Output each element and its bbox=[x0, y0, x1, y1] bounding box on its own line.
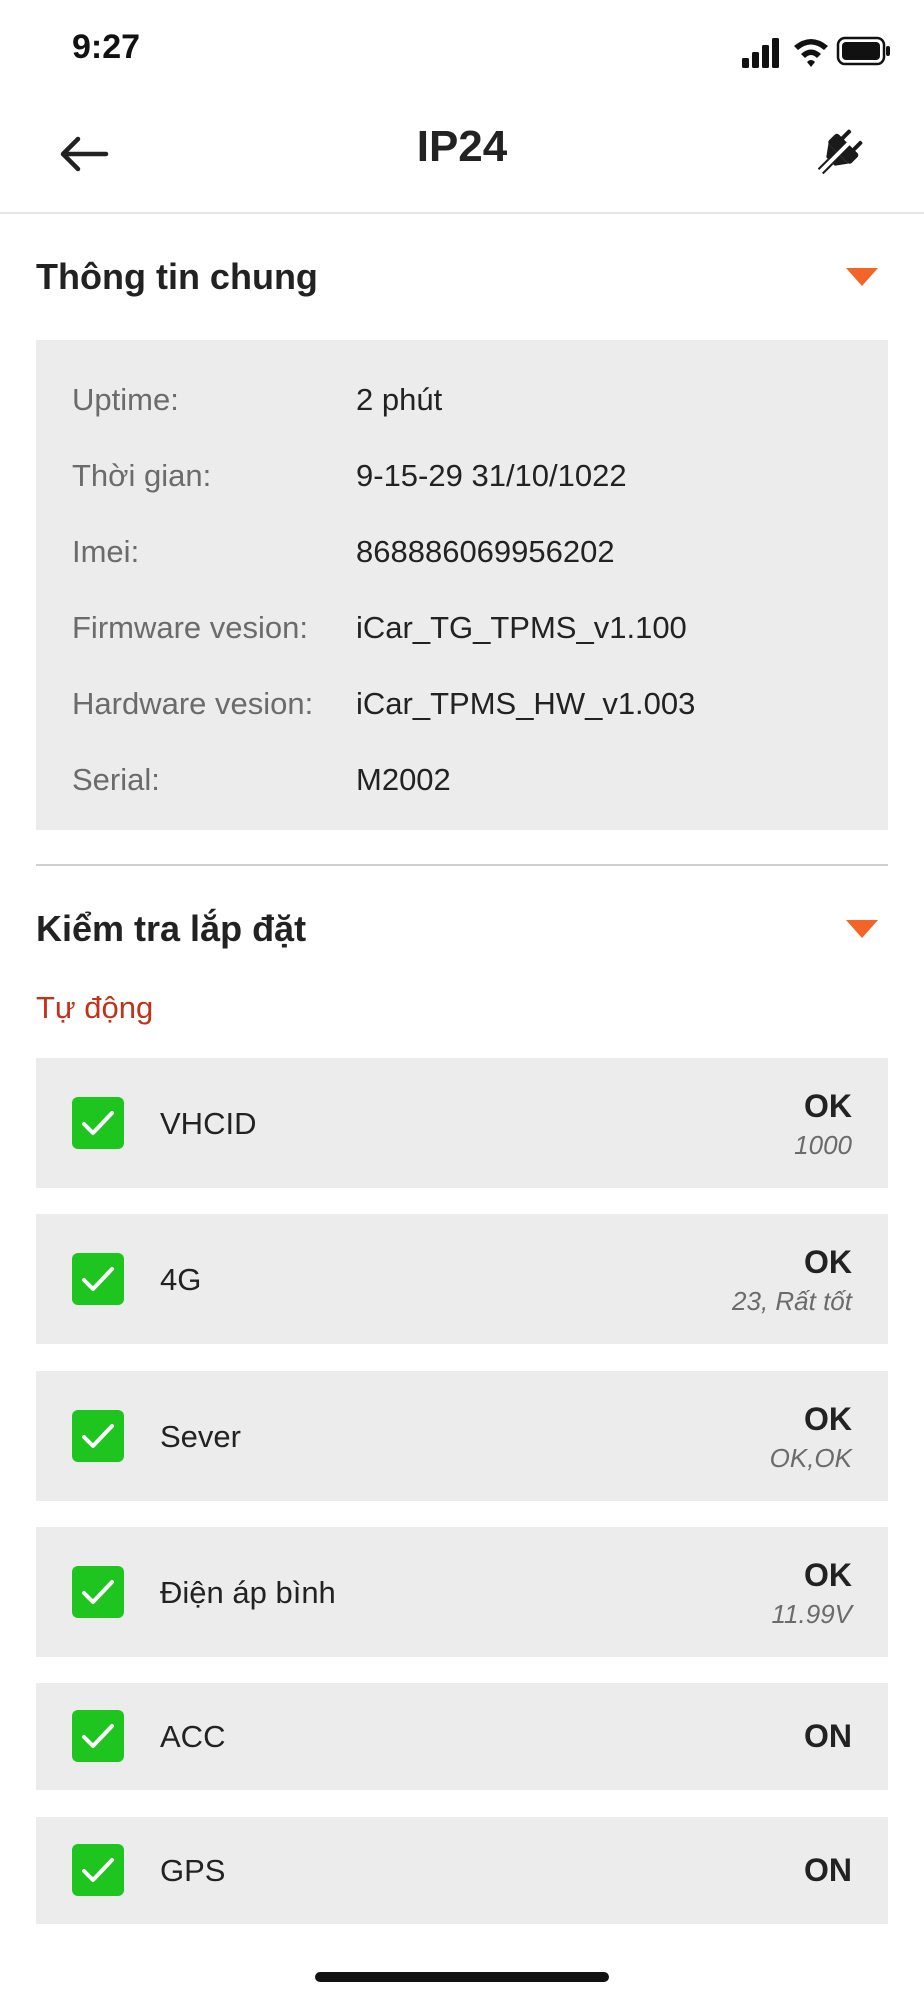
caret-down-icon[interactable] bbox=[846, 268, 878, 286]
checkmark-icon bbox=[82, 1580, 114, 1604]
check-detail: OK,OK bbox=[769, 1443, 852, 1473]
checkbox[interactable] bbox=[72, 1844, 124, 1896]
checkbox[interactable] bbox=[72, 1253, 124, 1305]
install-check-header[interactable]: Kiểm tra lắp đặt bbox=[36, 894, 888, 964]
page-title: IP24 bbox=[416, 122, 508, 171]
install-check-title: Kiểm tra lắp đặt bbox=[36, 908, 307, 949]
info-value: iCar_TG_TPMS_v1.100 bbox=[356, 610, 687, 645]
general-info-header[interactable]: Thông tin chung bbox=[36, 242, 888, 312]
info-row-imei: Imei: 868886069956202 bbox=[72, 526, 868, 576]
check-status: OK bbox=[804, 1557, 852, 1593]
check-status: ON bbox=[804, 1718, 852, 1754]
check-row-battery-voltage: Điện áp bình OK 11.99V bbox=[36, 1527, 888, 1657]
check-status: OK bbox=[804, 1088, 852, 1124]
info-value: 2 phút bbox=[356, 382, 443, 417]
status-time: 9:27 bbox=[72, 28, 141, 66]
info-row-time: Thời gian: 9-15-29 31/10/1022 bbox=[72, 450, 868, 500]
info-key: Serial: bbox=[72, 762, 160, 797]
general-info-panel: Uptime: 2 phút Thời gian: 9-15-29 31/10/… bbox=[36, 340, 888, 830]
caret-down-icon[interactable] bbox=[846, 920, 878, 938]
check-label: 4G bbox=[160, 1262, 202, 1297]
info-key: Hardware vesion: bbox=[72, 686, 314, 721]
battery-icon bbox=[836, 36, 890, 66]
check-status: ON bbox=[804, 1852, 852, 1888]
info-key: Firmware vesion: bbox=[72, 610, 308, 645]
check-label: Sever bbox=[160, 1419, 241, 1454]
check-detail: 11.99V bbox=[771, 1599, 852, 1629]
status-bar: 9:27 bbox=[0, 0, 924, 96]
info-row-hardware: Hardware vesion: iCar_TPMS_HW_v1.003 bbox=[72, 678, 868, 728]
check-label: GPS bbox=[160, 1853, 226, 1888]
info-row-uptime: Uptime: 2 phút bbox=[72, 374, 868, 424]
check-detail: 1000 bbox=[794, 1130, 852, 1160]
info-key: Thời gian: bbox=[72, 458, 212, 493]
status-icons bbox=[742, 36, 890, 68]
checkmark-icon bbox=[82, 1724, 114, 1748]
info-row-firmware: Firmware vesion: iCar_TG_TPMS_v1.100 bbox=[72, 602, 868, 652]
check-label: VHCID bbox=[160, 1106, 257, 1141]
checkbox[interactable] bbox=[72, 1566, 124, 1618]
checkbox[interactable] bbox=[72, 1410, 124, 1462]
check-status: OK bbox=[804, 1401, 852, 1437]
check-row-gps: GPS ON bbox=[36, 1817, 888, 1924]
check-label: ACC bbox=[160, 1719, 226, 1754]
checkbox[interactable] bbox=[72, 1710, 124, 1762]
check-row-4g: 4G OK 23, Rất tốt bbox=[36, 1214, 888, 1344]
checkmark-icon bbox=[82, 1111, 114, 1135]
check-detail: 23, Rất tốt bbox=[732, 1286, 852, 1316]
disconnect-button[interactable] bbox=[804, 118, 874, 188]
general-info-title: Thông tin chung bbox=[36, 256, 318, 297]
auto-subtitle: Tự động bbox=[36, 990, 154, 1025]
check-row-acc: ACC ON bbox=[36, 1683, 888, 1790]
info-key: Imei: bbox=[72, 534, 140, 569]
checkmark-icon bbox=[82, 1858, 114, 1882]
info-value: iCar_TPMS_HW_v1.003 bbox=[356, 686, 696, 721]
checkbox[interactable] bbox=[72, 1097, 124, 1149]
check-label: Điện áp bình bbox=[160, 1575, 336, 1610]
checkmark-icon bbox=[82, 1267, 114, 1291]
signal-icon bbox=[742, 38, 779, 68]
wifi-icon bbox=[794, 39, 828, 67]
info-value: M2002 bbox=[356, 762, 451, 797]
info-value: 9-15-29 31/10/1022 bbox=[356, 458, 627, 493]
nav-bar: IP24 bbox=[0, 96, 924, 214]
check-row-vhcid: VHCID OK 1000 bbox=[36, 1058, 888, 1188]
info-key: Uptime: bbox=[72, 382, 179, 417]
info-value: 868886069956202 bbox=[356, 534, 615, 569]
info-row-serial: Serial: M2002 bbox=[72, 754, 868, 804]
home-indicator bbox=[315, 1972, 609, 1982]
check-row-sever: Sever OK OK,OK bbox=[36, 1371, 888, 1501]
checkmark-icon bbox=[82, 1424, 114, 1448]
check-status: OK bbox=[804, 1244, 852, 1280]
plug-icon bbox=[815, 129, 863, 177]
section-divider bbox=[36, 864, 888, 866]
